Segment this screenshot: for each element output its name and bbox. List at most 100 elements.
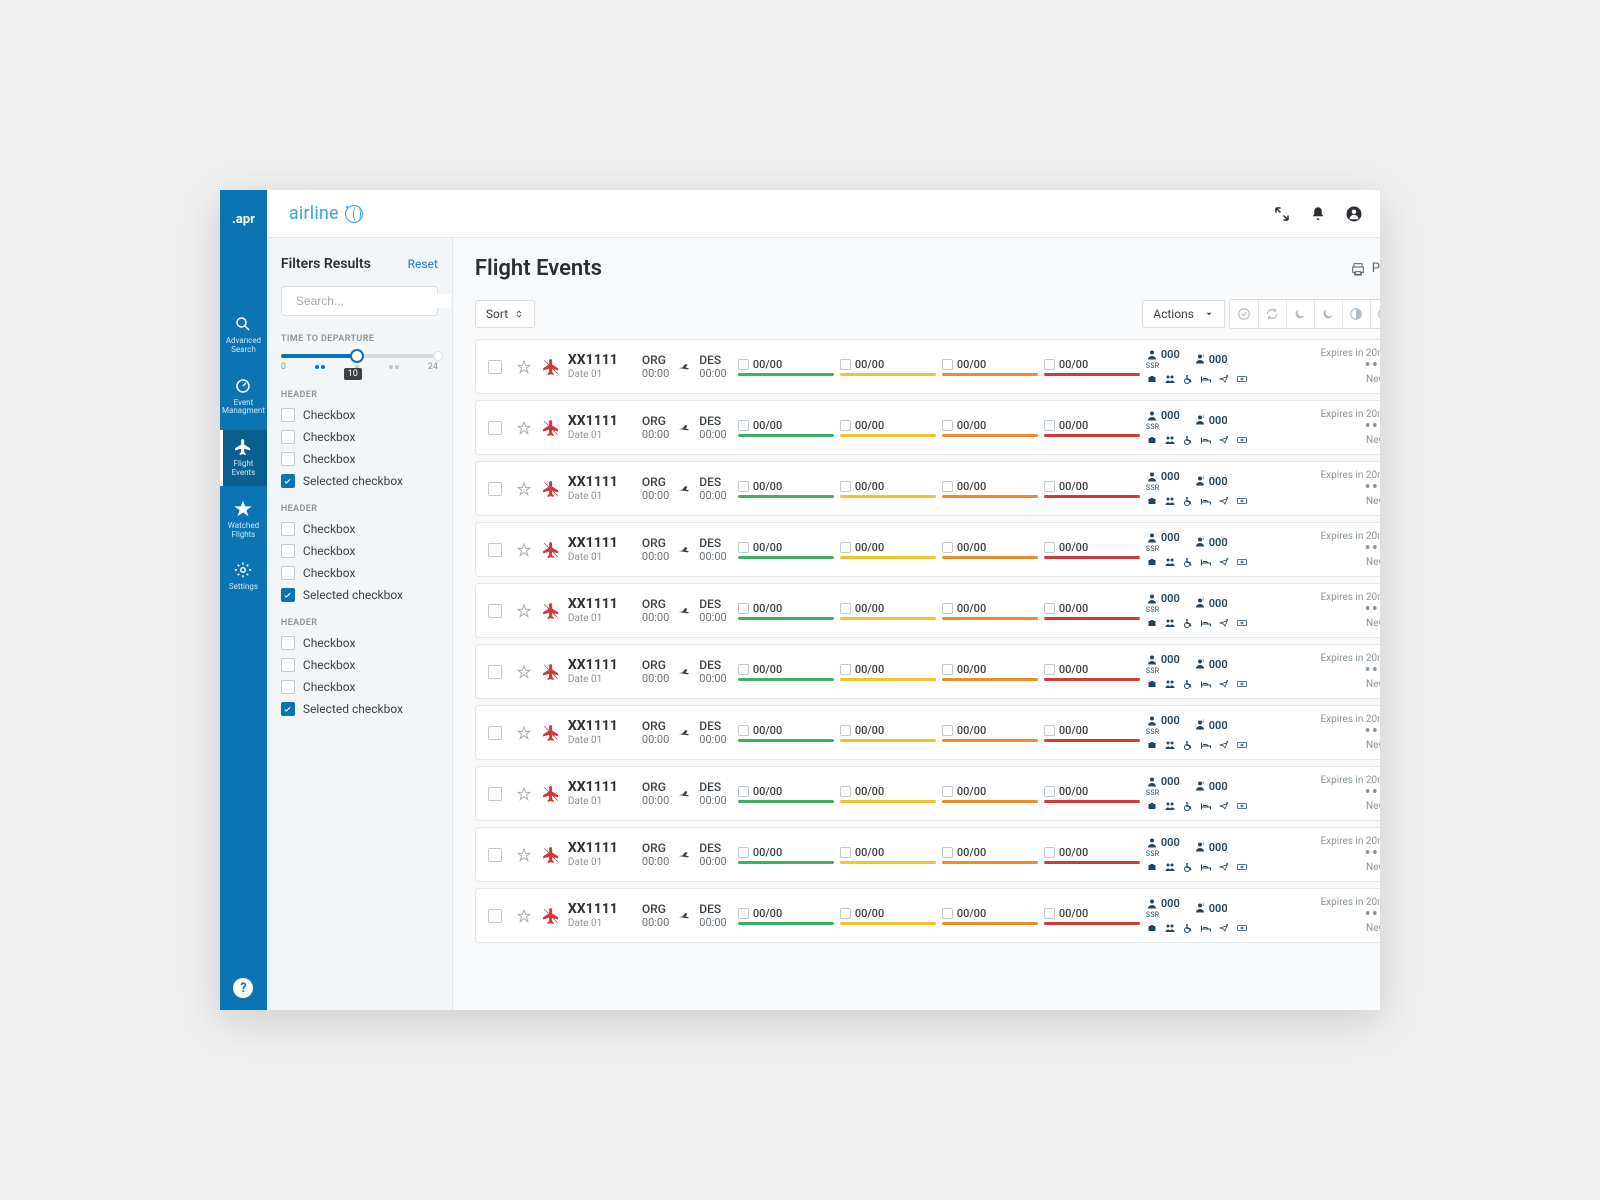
- stat-checkbox[interactable]: [840, 908, 851, 919]
- row-checkbox[interactable]: [488, 848, 502, 862]
- star-icon[interactable]: [516, 725, 532, 741]
- stat-checkbox[interactable]: [738, 542, 749, 553]
- flight-card[interactable]: XX1111Date 01 ORG00:00 DES00:00 00/0000/…: [475, 888, 1380, 943]
- checkbox[interactable]: [281, 702, 295, 716]
- filter-checkbox-row[interactable]: Checkbox: [281, 658, 438, 672]
- checkbox[interactable]: [281, 588, 295, 602]
- stat-checkbox[interactable]: [1044, 908, 1055, 919]
- filter-checkbox-row[interactable]: Checkbox: [281, 636, 438, 650]
- action-contrast-icon[interactable]: [1342, 300, 1370, 328]
- action-moon2-icon[interactable]: [1314, 300, 1342, 328]
- checkbox[interactable]: [281, 452, 295, 466]
- more-icon[interactable]: •••: [1365, 849, 1380, 860]
- stat-checkbox[interactable]: [738, 420, 749, 431]
- stat-checkbox[interactable]: [738, 725, 749, 736]
- stat-checkbox[interactable]: [1044, 786, 1055, 797]
- stat-checkbox[interactable]: [942, 786, 953, 797]
- filter-checkbox-row[interactable]: Checkbox: [281, 680, 438, 694]
- flight-card[interactable]: XX1111Date 01 ORG00:00 DES00:00 00/0000/…: [475, 827, 1380, 882]
- more-icon[interactable]: •••: [1365, 605, 1380, 616]
- filter-checkbox-row[interactable]: Checkbox: [281, 544, 438, 558]
- stat-checkbox[interactable]: [1044, 664, 1055, 675]
- stat-checkbox[interactable]: [840, 603, 851, 614]
- flight-card[interactable]: XX1111Date 01 ORG00:00 DES00:00 00/0000/…: [475, 461, 1380, 516]
- checkbox[interactable]: [281, 544, 295, 558]
- checkbox[interactable]: [281, 430, 295, 444]
- stat-checkbox[interactable]: [738, 847, 749, 858]
- stat-checkbox[interactable]: [942, 420, 953, 431]
- star-icon[interactable]: [516, 603, 532, 619]
- checkbox[interactable]: [281, 408, 295, 422]
- stat-checkbox[interactable]: [840, 481, 851, 492]
- more-icon[interactable]: •••: [1365, 361, 1380, 372]
- filter-search-box[interactable]: [281, 286, 438, 316]
- stat-checkbox[interactable]: [840, 420, 851, 431]
- action-clock-icon[interactable]: [1370, 300, 1380, 328]
- more-icon[interactable]: •••: [1365, 422, 1380, 433]
- bell-icon[interactable]: [1309, 205, 1327, 223]
- time-slider[interactable]: 10 0 24: [281, 354, 438, 372]
- star-icon[interactable]: [516, 664, 532, 680]
- star-icon[interactable]: [516, 542, 532, 558]
- stat-checkbox[interactable]: [840, 542, 851, 553]
- slider-handle[interactable]: [350, 349, 364, 363]
- filter-checkbox-row[interactable]: Checkbox: [281, 566, 438, 580]
- expand-icon[interactable]: [1273, 205, 1291, 223]
- nav-item-flight-events[interactable]: Flight Events: [220, 430, 267, 486]
- stat-checkbox[interactable]: [1044, 542, 1055, 553]
- filter-checkbox-row[interactable]: Selected checkbox: [281, 474, 438, 488]
- row-checkbox[interactable]: [488, 543, 502, 557]
- reset-link[interactable]: Reset: [408, 257, 438, 271]
- stat-checkbox[interactable]: [1044, 725, 1055, 736]
- flight-card[interactable]: XX1111Date 01 ORG00:00 DES00:00 00/0000/…: [475, 339, 1380, 394]
- filter-checkbox-row[interactable]: Checkbox: [281, 452, 438, 466]
- star-icon[interactable]: [516, 420, 532, 436]
- star-icon[interactable]: [516, 481, 532, 497]
- star-icon[interactable]: [516, 908, 532, 924]
- more-icon[interactable]: •••: [1365, 666, 1380, 677]
- more-icon[interactable]: •••: [1365, 727, 1380, 738]
- stat-checkbox[interactable]: [942, 542, 953, 553]
- stat-checkbox[interactable]: [840, 725, 851, 736]
- flight-card[interactable]: XX1111Date 01 ORG00:00 DES00:00 00/0000/…: [475, 583, 1380, 638]
- nav-item-event-management[interactable]: Event Managment: [220, 369, 267, 425]
- flight-card[interactable]: XX1111Date 01 ORG00:00 DES00:00 00/0000/…: [475, 766, 1380, 821]
- more-icon[interactable]: •••: [1365, 788, 1380, 799]
- row-checkbox[interactable]: [488, 787, 502, 801]
- stat-checkbox[interactable]: [1044, 481, 1055, 492]
- filter-checkbox-row[interactable]: Checkbox: [281, 522, 438, 536]
- stat-checkbox[interactable]: [942, 847, 953, 858]
- row-checkbox[interactable]: [488, 665, 502, 679]
- actions-dropdown[interactable]: Actions: [1142, 300, 1225, 328]
- flight-card[interactable]: XX1111Date 01 ORG00:00 DES00:00 00/0000/…: [475, 400, 1380, 455]
- sort-button[interactable]: Sort: [475, 300, 535, 328]
- stat-checkbox[interactable]: [942, 725, 953, 736]
- filter-search-input[interactable]: [296, 294, 451, 308]
- checkbox[interactable]: [281, 474, 295, 488]
- stat-checkbox[interactable]: [840, 786, 851, 797]
- row-checkbox[interactable]: [488, 604, 502, 618]
- stat-checkbox[interactable]: [1044, 359, 1055, 370]
- more-icon[interactable]: •••: [1365, 544, 1380, 555]
- flight-card[interactable]: XX1111Date 01 ORG00:00 DES00:00 00/0000/…: [475, 522, 1380, 577]
- filter-checkbox-row[interactable]: Checkbox: [281, 430, 438, 444]
- checkbox[interactable]: [281, 636, 295, 650]
- filter-checkbox-row[interactable]: Checkbox: [281, 408, 438, 422]
- help-button[interactable]: ?: [233, 978, 253, 998]
- stat-checkbox[interactable]: [840, 847, 851, 858]
- more-icon[interactable]: •••: [1365, 910, 1380, 921]
- star-icon[interactable]: [516, 786, 532, 802]
- stat-checkbox[interactable]: [1044, 847, 1055, 858]
- checkbox[interactable]: [281, 680, 295, 694]
- star-icon[interactable]: [516, 359, 532, 375]
- flight-card[interactable]: XX1111Date 01 ORG00:00 DES00:00 00/0000/…: [475, 705, 1380, 760]
- stat-checkbox[interactable]: [738, 603, 749, 614]
- stat-checkbox[interactable]: [738, 786, 749, 797]
- stat-checkbox[interactable]: [738, 664, 749, 675]
- stat-checkbox[interactable]: [738, 481, 749, 492]
- flight-card[interactable]: XX1111Date 01 ORG00:00 DES00:00 00/0000/…: [475, 644, 1380, 699]
- action-check-icon[interactable]: [1230, 300, 1258, 328]
- slider-handle-end[interactable]: [433, 351, 443, 361]
- filter-checkbox-row[interactable]: Selected checkbox: [281, 588, 438, 602]
- user-icon[interactable]: [1345, 205, 1363, 223]
